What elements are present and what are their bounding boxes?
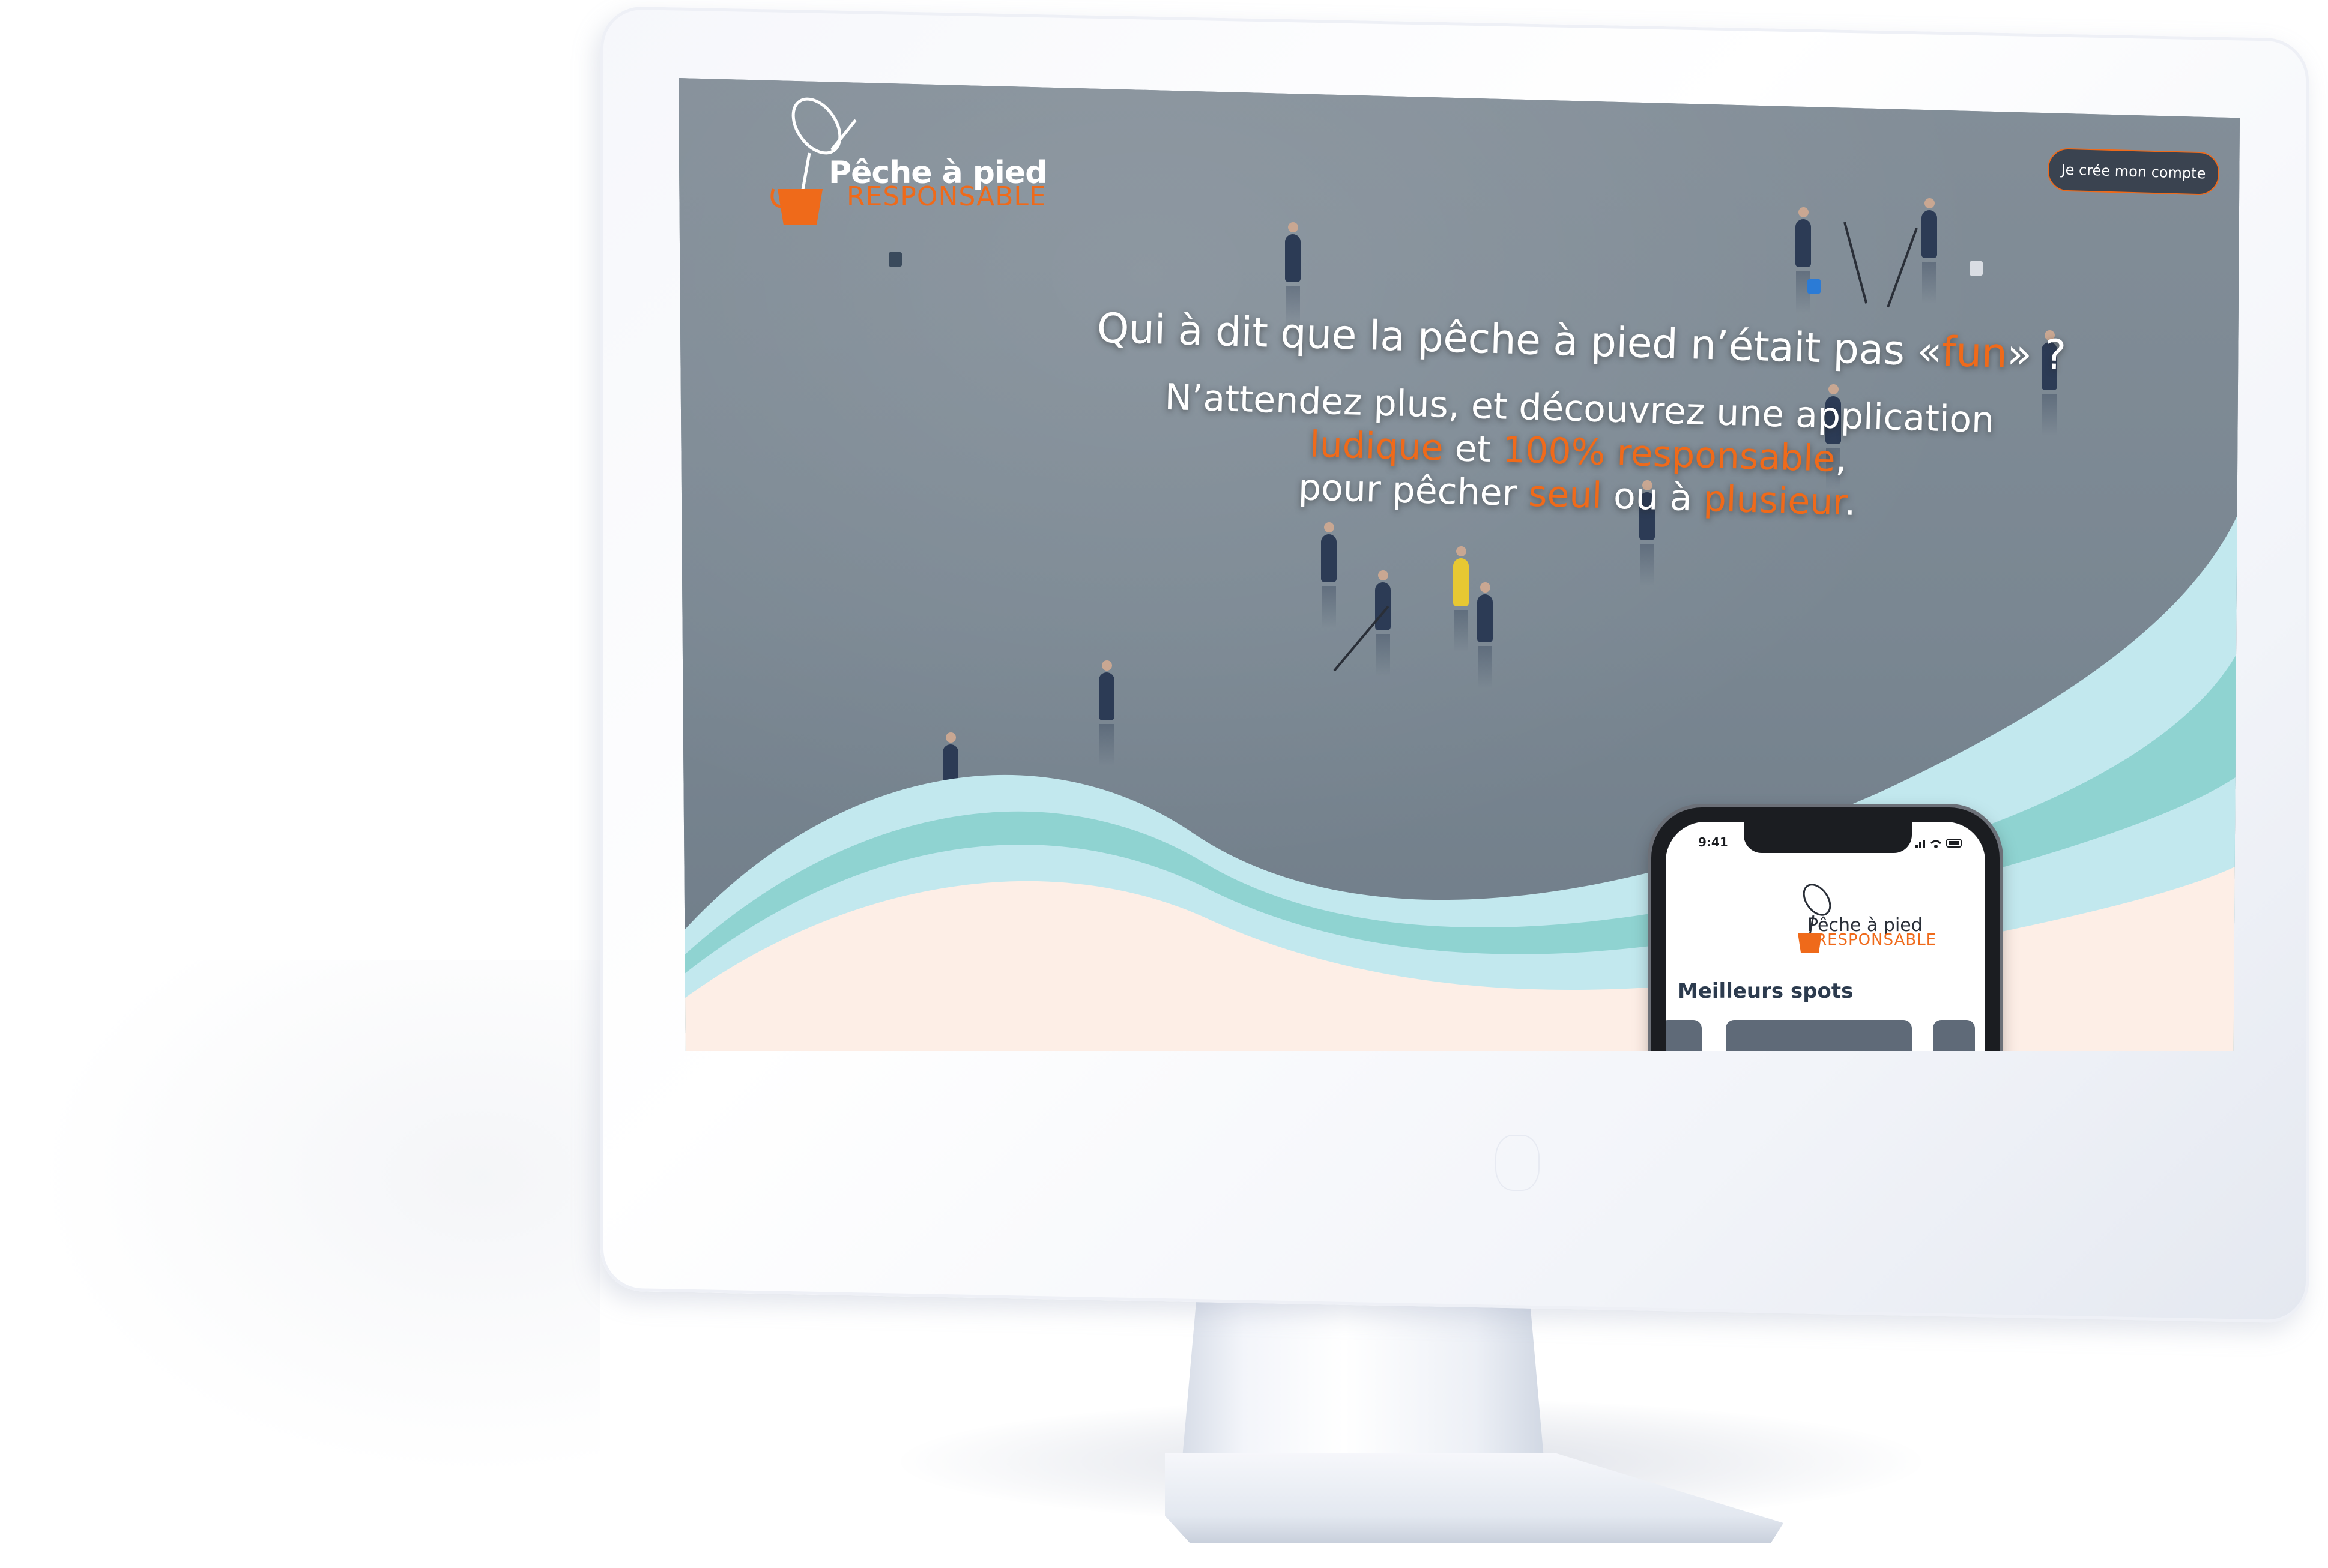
site-logo[interactable]: Pêche à pied RESPONSABLE (727, 84, 1047, 234)
spot-card[interactable] (1726, 1020, 1912, 1051)
phone-time: 9:41 (1698, 835, 1728, 849)
create-account-button[interactable]: Je crée mon compte (2047, 148, 2220, 196)
phone-logo-subtitle: RESPONSABLE (1816, 931, 1937, 949)
highlight-plusieur: plusieur (1702, 477, 1845, 524)
apple-logo-icon (1495, 1135, 1540, 1191)
spot-card[interactable] (1666, 1020, 1702, 1051)
signal-wifi-battery-icon (1915, 839, 1962, 848)
description-text: pour pêcher (1298, 466, 1529, 515)
spot-card[interactable] (1933, 1020, 1975, 1051)
headline-highlight: fun (1941, 328, 2008, 378)
highlight-responsable: 100% responsable (1502, 429, 1836, 480)
description-text: , (1834, 438, 1848, 481)
highlight-ludique: ludique (1309, 423, 1444, 469)
description-text: et (1442, 427, 1504, 471)
phone-mockup: 9:41 Pêche à pied RESPONSABLE Meilleurs … (1651, 807, 2000, 1051)
background-shadow (0, 960, 600, 1501)
hero-text: Qui à dit que la pêche à pied n’était pa… (976, 301, 2182, 534)
description-text: . (1843, 481, 1857, 524)
highlight-seul: seul (1528, 472, 1603, 517)
status-icons (1915, 836, 1964, 852)
best-spots-heading: Meilleurs spots (1678, 979, 1854, 1003)
phone-screen: 9:41 Pêche à pied RESPONSABLE Meilleurs … (1666, 822, 1985, 1051)
logo-subtitle: RESPONSABLE (847, 181, 1047, 212)
headline-text-end: » ? (2006, 330, 2067, 379)
description-text: ou à (1601, 475, 1704, 520)
phone-notch (1744, 822, 1912, 853)
website-screen: Pêche à pied RESPONSABLE Je crée mon com… (679, 78, 2240, 1051)
